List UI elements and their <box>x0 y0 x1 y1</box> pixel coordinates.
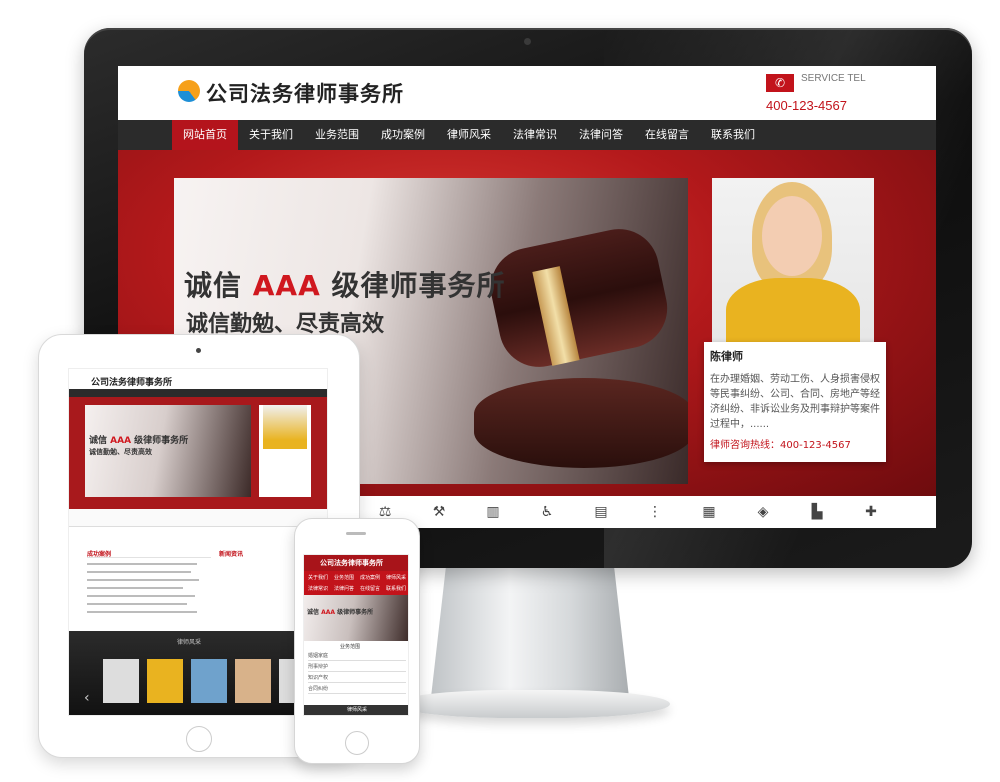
list-item[interactable]: 婚姻家庭 <box>308 651 406 661</box>
camera-icon <box>524 38 531 45</box>
list-item[interactable]: 刑事辩护 <box>308 662 406 672</box>
divider <box>87 557 211 558</box>
menu-item[interactable]: 联系我们 <box>386 585 406 592</box>
section-business-title: 业务范围 <box>340 644 361 650</box>
lawyer-thumbnail[interactable] <box>191 659 227 703</box>
hero-title: 诚信 AAA 级律师事务所 <box>307 609 374 616</box>
list-item[interactable] <box>87 595 195 597</box>
nav-lawyers[interactable]: 律师风采 <box>436 120 502 150</box>
lawyer-photo[interactable] <box>259 405 311 497</box>
service-tel-number: 400-123-4567 <box>766 98 847 113</box>
hero-section: 诚信 AAA 级律师事务所 诚信勤勉、尽责高效 <box>69 397 327 509</box>
nav-business[interactable]: 业务范围 <box>304 120 370 150</box>
logo-icon <box>178 80 200 102</box>
list-item[interactable] <box>87 571 191 573</box>
chevron-left-icon[interactable]: ‹ <box>84 690 90 706</box>
hero-title: 诚信 AAA 级律师事务所 <box>89 436 189 446</box>
nav-home[interactable]: 网站首页 <box>172 120 238 150</box>
menu-item[interactable]: 关于我们 <box>308 574 328 581</box>
menu-item[interactable]: 在线留言 <box>360 585 380 592</box>
lawyer-info-card: 陈律师 在办理婚姻、劳动工伤、人身损害侵权等民事纠纷、公司、合同、房地产等经济纠… <box>704 342 886 462</box>
nav-about[interactable]: 关于我们 <box>238 120 304 150</box>
list-item[interactable] <box>87 611 197 613</box>
gavel-icon[interactable]: ⚒ <box>428 504 450 522</box>
lawyer-hotline: 律师咨询热线：400-123-4567 <box>710 440 851 451</box>
imac-stand-base <box>395 690 670 718</box>
list-item[interactable] <box>87 603 187 605</box>
service-tel-label: SERVICE TEL <box>801 73 866 84</box>
menu-item[interactable]: 律师风采 <box>386 574 406 581</box>
list-item[interactable] <box>87 563 197 565</box>
nav-knowledge[interactable]: 法律常识 <box>502 120 568 150</box>
home-button[interactable] <box>345 731 369 755</box>
section-lawyers-title: 律师风采 <box>177 639 202 646</box>
hero-banner[interactable]: 诚信 AAA 级律师事务所 <box>304 595 408 641</box>
menu-item[interactable]: 法律问答 <box>334 585 354 592</box>
shield-icon[interactable]: ◈ <box>752 504 774 522</box>
hero-subtitle: 诚信勤勉、尽责高效 <box>89 448 152 456</box>
hero-banner[interactable]: 诚信 AAA 级律师事务所 诚信勤勉、尽责高效 <box>85 405 251 497</box>
menu-item[interactable]: 法律常识 <box>308 585 328 592</box>
traffic-light-icon[interactable]: ⋮ <box>644 504 666 522</box>
nav-qa[interactable]: 法律问答 <box>568 120 634 150</box>
imac-stand-neck <box>430 566 630 706</box>
nav-cases[interactable]: 成功案例 <box>370 120 436 150</box>
site-logo[interactable]: 公司法务律师事务所 <box>320 558 383 568</box>
mobile-footer-bar[interactable]: 律师风采 <box>304 705 408 715</box>
lawyer-image <box>263 405 307 449</box>
site-logo[interactable]: 公司法务律师事务所 <box>206 78 404 108</box>
gavel-image <box>483 221 675 375</box>
plus-icon[interactable]: ✚ <box>860 504 882 522</box>
nav-contact[interactable]: 联系我们 <box>700 120 766 150</box>
lawyer-face <box>762 196 822 276</box>
office-icon[interactable]: ▙ <box>806 504 828 522</box>
lawyer-description: 在办理婚姻、劳动工伤、人身损害侵权等民事纠纷、公司、合同、房地产等经济纠纷、非诉… <box>710 374 880 430</box>
wheelchair-icon[interactable]: ♿ <box>536 504 558 522</box>
mobile-header: 公司法务律师事务所 <box>304 555 408 571</box>
lawyer-body <box>726 278 860 348</box>
list-item[interactable] <box>87 579 199 581</box>
section-news-title[interactable]: 新闻资讯 <box>219 549 243 558</box>
gavel-base-image <box>474 378 688 468</box>
hero-title: 诚信 AAA 级律师事务所 <box>184 269 506 302</box>
speaker-grille <box>346 532 366 535</box>
service-icon-strip[interactable] <box>69 509 327 527</box>
mobile-menu: 关于我们 业务范围 成功案例 律师风采 法律常识 法律问答 在线留言 联系我们 <box>304 571 408 595</box>
home-button[interactable] <box>186 726 212 752</box>
bricks-icon[interactable]: ▦ <box>698 504 720 522</box>
list-item[interactable] <box>87 587 183 589</box>
site-header: 公司法务律师事务所 ✆ SERVICE TEL 400-123-4567 <box>118 66 936 120</box>
tablet-website: 公司法务律师事务所 诚信 AAA 级律师事务所 诚信勤勉、尽责高效 成功案例 新… <box>68 368 328 716</box>
menu-item[interactable]: 业务范围 <box>334 574 354 581</box>
lawyer-thumbnail[interactable] <box>235 659 271 703</box>
mobile-website: 公司法务律师事务所 关于我们 业务范围 成功案例 律师风采 法律常识 法律问答 … <box>303 554 409 716</box>
phone-icon: ✆ <box>766 74 794 92</box>
menu-item[interactable]: 成功案例 <box>360 574 380 581</box>
main-nav[interactable] <box>69 389 327 397</box>
list-item[interactable]: 合同纠纷 <box>308 684 406 694</box>
lawyer-thumbnail[interactable] <box>147 659 183 703</box>
site-logo[interactable]: 公司法务律师事务所 <box>91 375 172 388</box>
list-item[interactable]: 知识产权 <box>308 673 406 683</box>
lawyer-photo[interactable] <box>712 178 874 348</box>
lawyer-name: 陈律师 <box>710 350 743 363</box>
lawyer-thumbnail[interactable] <box>103 659 139 703</box>
main-nav: 网站首页 关于我们 业务范围 成功案例 律师风采 法律常识 法律问答 在线留言 … <box>118 120 936 150</box>
building-icon[interactable]: ▥ <box>482 504 504 522</box>
nav-message[interactable]: 在线留言 <box>634 120 700 150</box>
camera-icon <box>196 348 201 353</box>
document-icon[interactable]: ▤ <box>590 504 612 522</box>
